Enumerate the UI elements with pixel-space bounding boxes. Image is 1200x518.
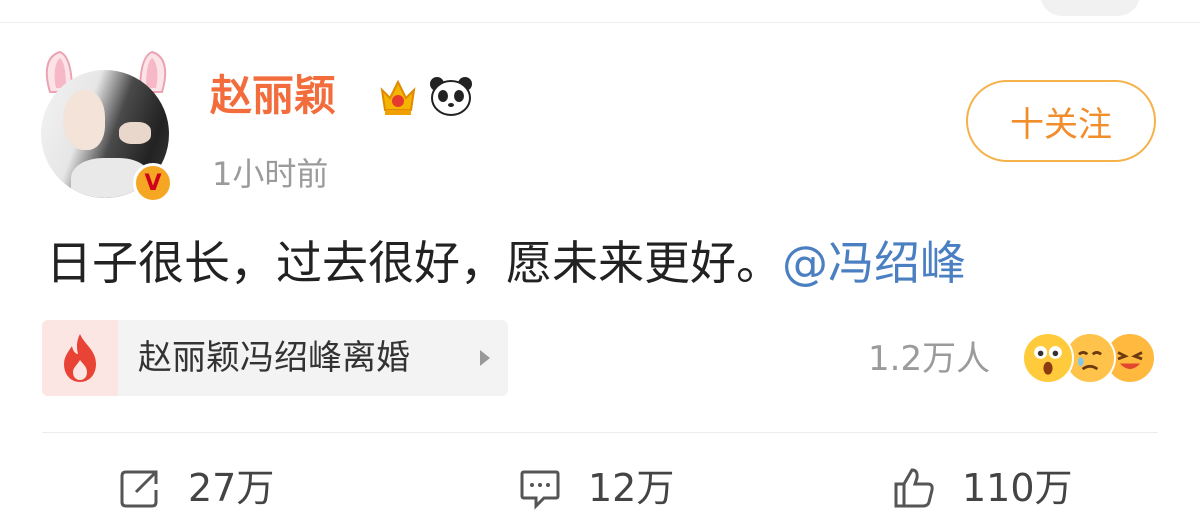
repost-icon (120, 470, 158, 508)
post-timestamp: 1小时前 (212, 155, 329, 193)
post-body-text: 日子很长，过去很好，愿未来更好。 (46, 236, 782, 290)
username[interactable]: 赵丽颖 (210, 70, 336, 122)
avatar[interactable]: V (36, 48, 176, 203)
action-bar-divider (42, 432, 1158, 433)
reaction-count[interactable]: 1.2万人 (868, 337, 990, 381)
topic-chip[interactable]: 赵丽颖冯绍峰离婚 (42, 320, 508, 396)
post-content: 日子很长，过去很好，愿未来更好。@冯绍峰 (46, 228, 966, 298)
panda-badge-icon (430, 77, 472, 116)
header-decoration (1040, 0, 1140, 16)
verified-badge-icon: V (133, 163, 173, 203)
fire-icon (64, 334, 96, 382)
top-divider (0, 22, 1200, 23)
wow-emoji-icon[interactable] (1022, 332, 1074, 384)
topic-label: 赵丽颖冯绍峰离婚 (138, 338, 410, 378)
mention-link[interactable]: @冯绍峰 (782, 236, 966, 290)
repost-count: 27万 (188, 466, 275, 510)
repost-button[interactable]: 27万 (118, 458, 274, 518)
comment-count: 12万 (588, 466, 675, 510)
crown-badge-icon (380, 79, 416, 115)
comment-button[interactable]: 12万 (518, 458, 674, 518)
like-count: 110万 (962, 466, 1073, 510)
like-button[interactable]: 110万 (892, 458, 1073, 518)
chevron-right-icon (480, 350, 490, 366)
topic-icon-box (42, 320, 118, 396)
thumbs-up-icon (894, 468, 934, 508)
comment-icon (520, 470, 560, 510)
follow-button[interactable]: 十关注 (966, 80, 1156, 162)
